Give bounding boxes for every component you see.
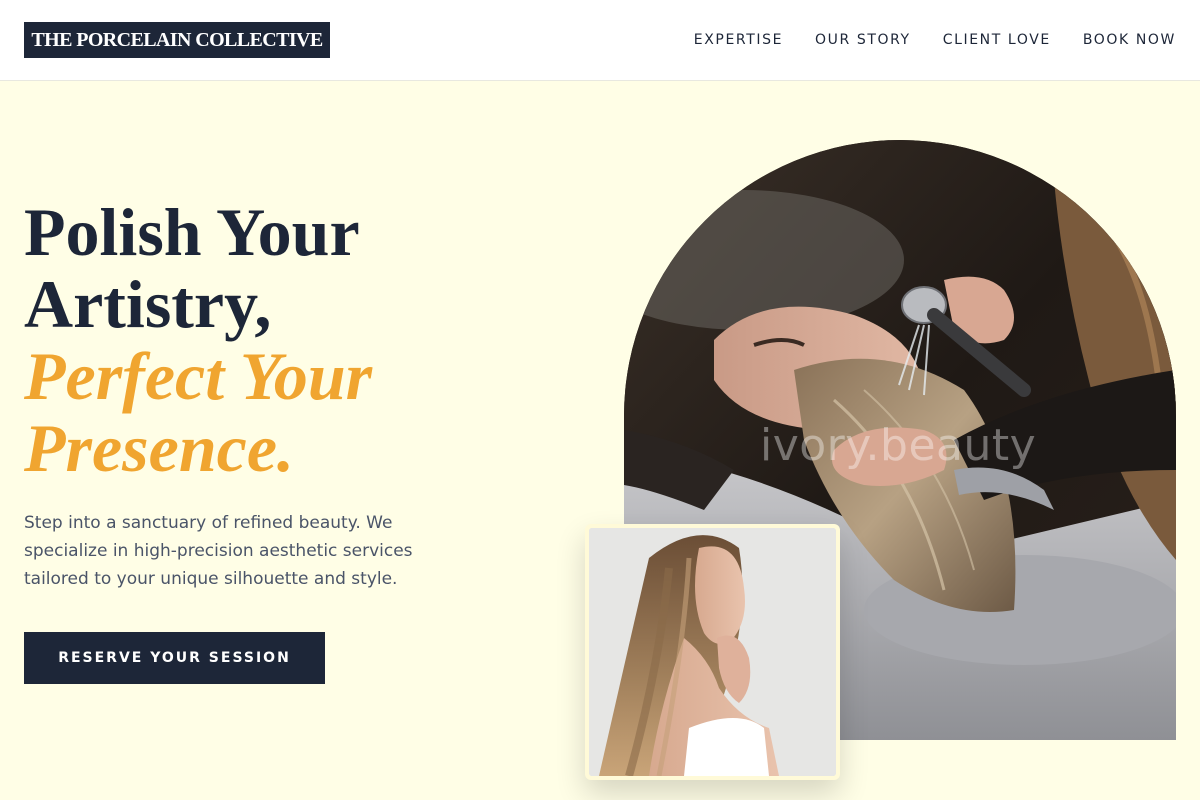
headline-accent-line-2: Presence. <box>24 410 295 486</box>
headline-line-1: Polish Your <box>24 194 360 270</box>
headline-line-2: Artistry, <box>24 266 272 342</box>
main-nav: EXPERTISE OUR STORY CLIENT LOVE BOOK NOW <box>662 31 1176 49</box>
reserve-session-button[interactable]: RESERVE YOUR SESSION <box>24 632 325 684</box>
woman-portrait-photo <box>589 528 836 776</box>
hero-intro-text: Step into a sanctuary of refined beauty.… <box>24 513 413 589</box>
site-header: THE PORCELAIN COLLECTIVE EXPERTISE OUR S… <box>0 0 1200 81</box>
hero-headline: Polish Your Artistry, Perfect Your Prese… <box>24 196 544 484</box>
portrait-photo-frame <box>585 524 840 780</box>
nav-item-expertise[interactable]: EXPERTISE <box>694 31 783 49</box>
nav-item-our-story[interactable]: OUR STORY <box>815 31 911 49</box>
photo-watermark: ivory.beauty <box>760 420 1037 471</box>
headline-accent-line-1: Perfect Your <box>24 338 373 414</box>
nav-item-client-love[interactable]: CLIENT LOVE <box>943 31 1051 49</box>
nav-item-book-now[interactable]: BOOK NOW <box>1083 31 1176 49</box>
brand-logo[interactable]: THE PORCELAIN COLLECTIVE <box>24 22 330 58</box>
